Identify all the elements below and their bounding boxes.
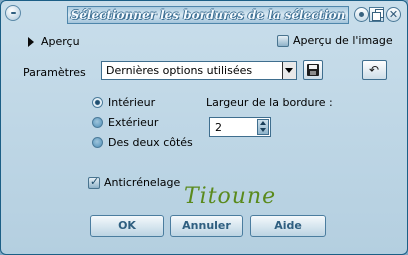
- radio-exterieur[interactable]: [92, 117, 103, 128]
- image-preview-label[interactable]: Aperçu de l'image: [293, 34, 393, 47]
- settings-dropdown-value: Dernières options utilisées: [106, 64, 253, 77]
- watermark-signature: Titoune: [184, 184, 277, 209]
- system-menu-icon[interactable]: [5, 5, 21, 21]
- floppy-disk-icon: [307, 64, 319, 76]
- image-preview-checkbox[interactable]: [277, 35, 289, 47]
- settings-dropdown[interactable]: Dernières options utilisées: [101, 61, 297, 80]
- stepper-buttons[interactable]: [257, 119, 269, 135]
- antialias-checkbox[interactable]: ✓: [88, 175, 100, 189]
- window-title: Sélectionner les bordures de la sélectio…: [70, 8, 346, 22]
- checkmark-icon: ✓: [90, 175, 100, 188]
- save-settings-button[interactable]: [303, 60, 323, 80]
- border-width-value[interactable]: 2: [215, 121, 222, 134]
- radio-des-deux-cotes-label[interactable]: Des deux côtés: [108, 136, 193, 149]
- close-icon[interactable]: ✕: [386, 7, 401, 22]
- ok-button-label: OK: [118, 219, 136, 232]
- border-width-stepper[interactable]: 2: [209, 117, 271, 137]
- ok-button[interactable]: OK: [90, 215, 164, 237]
- radio-des-deux-cotes[interactable]: [92, 137, 103, 148]
- radio-exterieur-label[interactable]: Extérieur: [108, 116, 158, 129]
- radio-interieur[interactable]: [92, 97, 103, 108]
- dropdown-arrow-icon[interactable]: [282, 62, 296, 79]
- reset-icon: ↶: [369, 63, 380, 77]
- reset-settings-button[interactable]: ↶: [362, 60, 387, 80]
- cancel-button[interactable]: Annuler: [170, 215, 243, 237]
- antialias-label[interactable]: Anticrénelage: [104, 176, 180, 189]
- title-box: Sélectionner les bordures de la sélectio…: [67, 6, 349, 24]
- minimize-icon[interactable]: [369, 7, 384, 22]
- expand-triangle-icon[interactable]: [28, 37, 34, 47]
- settings-label: Paramètres: [23, 66, 86, 79]
- cancel-button-label: Annuler: [182, 219, 231, 232]
- dialog-window: Sélectionner les bordures de la sélectio…: [0, 0, 408, 255]
- stepper-up-icon[interactable]: [260, 121, 266, 125]
- preview-toggle-label: Aperçu: [41, 35, 80, 48]
- stepper-down-icon[interactable]: [260, 128, 266, 132]
- radio-interieur-label[interactable]: Intérieur: [108, 96, 155, 109]
- border-width-label: Largeur de la bordure :: [206, 96, 333, 109]
- title-bar[interactable]: Sélectionner les bordures de la sélectio…: [3, 3, 405, 27]
- help-button[interactable]: Aide: [250, 215, 326, 237]
- help-icon[interactable]: [354, 7, 369, 22]
- help-button-label: Aide: [274, 219, 302, 232]
